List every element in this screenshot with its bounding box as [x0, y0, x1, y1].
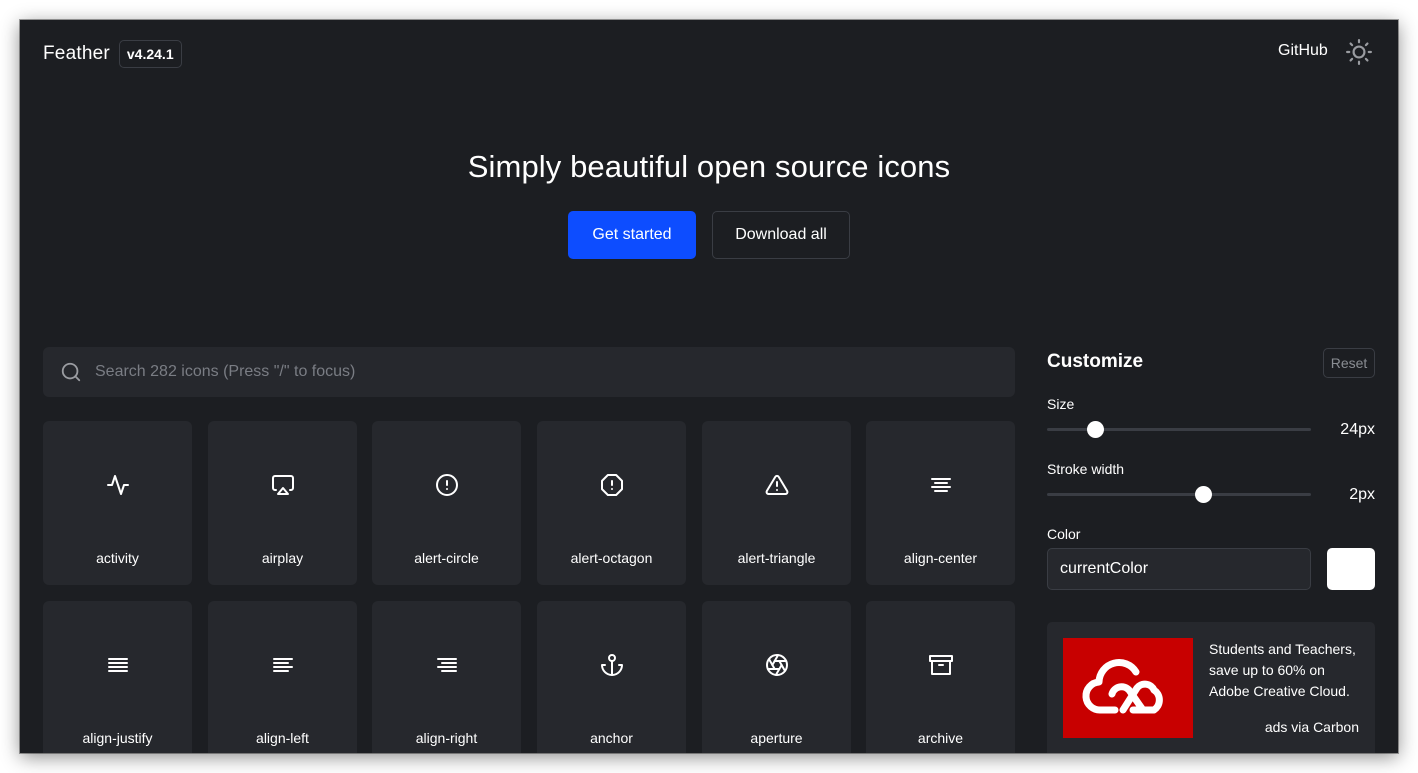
icon-tile-label: activity	[96, 550, 139, 566]
icon-tile-alert-octagon[interactable]: alert-octagon	[537, 421, 686, 585]
search-icon	[61, 362, 81, 382]
hero-title: Simply beautiful open source icons	[467, 149, 951, 184]
icon-tile-label: airplay	[261, 550, 304, 566]
brand-name[interactable]: Feather	[43, 43, 110, 65]
icon-tile-label: aperture	[750, 730, 803, 746]
icon-tile-label: align-right	[415, 730, 478, 746]
color-swatch[interactable]	[1327, 548, 1375, 590]
icon-tile-anchor[interactable]: anchor	[537, 601, 686, 753]
icon-tile-align-right[interactable]: align-right	[372, 601, 521, 753]
theme-toggle-button[interactable]	[1346, 39, 1372, 65]
search-input[interactable]	[95, 347, 1015, 397]
carbon-ad: Students and Teachers, save up to 60% on…	[1047, 622, 1375, 753]
icon-tile-label: alert-triangle	[737, 550, 816, 566]
get-started-button[interactable]: Get started	[568, 211, 696, 259]
search-bar	[43, 347, 1015, 397]
icon-tile-label: alert-circle	[414, 550, 479, 566]
airplay-icon	[271, 475, 294, 495]
icon-tile-activity[interactable]: activity	[43, 421, 192, 585]
icon-tile-label: alert-octagon	[570, 550, 653, 566]
size-slider[interactable]	[1047, 421, 1311, 438]
stroke-width-label: Stroke width	[1047, 461, 1125, 477]
align-center-icon	[930, 478, 951, 492]
archive-icon	[928, 655, 953, 675]
anchor-icon	[600, 654, 623, 676]
icon-tile-label: align-center	[903, 550, 978, 566]
icon-tile-label: align-left	[256, 730, 309, 746]
app-window: Feather v4.24.1 GitHub Simply beautiful …	[20, 20, 1398, 753]
stroke-width-slider[interactable]	[1047, 486, 1311, 503]
github-link[interactable]: GitHub	[1278, 42, 1328, 60]
sun-icon	[1346, 39, 1372, 65]
size-slider-thumb[interactable]	[1086, 421, 1104, 438]
customize-title: Customize	[1047, 351, 1144, 372]
icon-tile-archive[interactable]: archive	[866, 601, 1015, 753]
color-input[interactable]	[1047, 548, 1311, 590]
align-left-icon	[272, 658, 293, 672]
alert-octagon-icon	[600, 474, 623, 496]
size-value: 24px	[1340, 421, 1375, 438]
alert-circle-icon	[435, 474, 458, 496]
stroke-width-slider-thumb[interactable]	[1195, 486, 1213, 503]
icon-tile-alert-circle[interactable]: alert-circle	[372, 421, 521, 585]
reset-button[interactable]: Reset	[1323, 348, 1375, 378]
download-all-button[interactable]: Download all	[712, 211, 850, 259]
alert-triangle-icon	[765, 474, 788, 495]
aperture-icon	[765, 654, 788, 676]
adobe-creative-cloud-logo	[1082, 659, 1163, 714]
icon-tile-label: archive	[917, 730, 964, 746]
icon-tile-align-justify[interactable]: align-justify	[43, 601, 192, 753]
icon-tile-alert-triangle[interactable]: alert-triangle	[702, 421, 851, 585]
icon-tile-airplay[interactable]: airplay	[208, 421, 357, 585]
icon-tile-aperture[interactable]: aperture	[702, 601, 851, 753]
ad-via-carbon-link[interactable]: ads via Carbon	[1265, 719, 1359, 735]
ad-text[interactable]: Students and Teachers, save up to 60% on…	[1209, 639, 1365, 702]
align-right-icon	[436, 658, 457, 672]
align-justify-icon	[107, 658, 128, 672]
version-badge: v4.24.1	[118, 40, 182, 68]
color-label: Color	[1047, 526, 1081, 542]
icon-tile-label: align-justify	[82, 730, 153, 746]
icon-tile-label: anchor	[590, 730, 633, 746]
size-label: Size	[1047, 396, 1075, 412]
activity-icon	[106, 475, 129, 495]
brand: Feather v4.24.1	[43, 40, 182, 68]
stroke-width-value: 2px	[1349, 486, 1375, 503]
icon-tile-align-center[interactable]: align-center	[866, 421, 1015, 585]
icon-tile-align-left[interactable]: align-left	[208, 601, 357, 753]
ad-image[interactable]	[1063, 638, 1193, 738]
